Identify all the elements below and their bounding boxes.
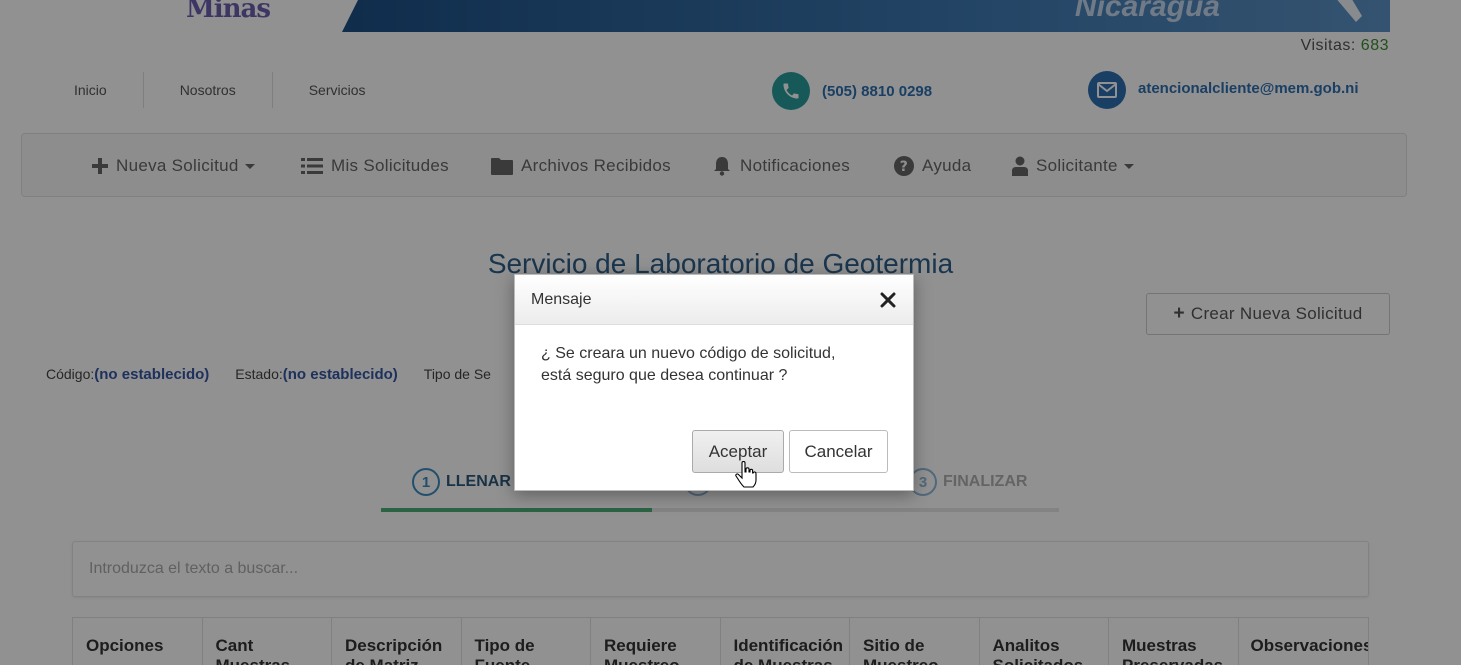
dialog-message-line-1: ¿ Se creara un nuevo código de solicitud… bbox=[541, 345, 836, 362]
dialog-message-line-2: está seguro que desea continuar ? bbox=[541, 367, 788, 384]
dialog-title: Mensaje bbox=[531, 291, 592, 308]
confirm-dialog: Mensaje ¿ Se creara un nuevo código de s… bbox=[514, 274, 914, 491]
dialog-header: Mensaje bbox=[515, 275, 913, 325]
close-button[interactable] bbox=[877, 289, 899, 311]
hand-pointer-icon bbox=[735, 461, 757, 488]
close-icon bbox=[880, 292, 896, 308]
cancel-button[interactable]: Cancelar bbox=[789, 430, 888, 473]
dialog-body: ¿ Se creara un nuevo código de solicitud… bbox=[515, 325, 913, 387]
